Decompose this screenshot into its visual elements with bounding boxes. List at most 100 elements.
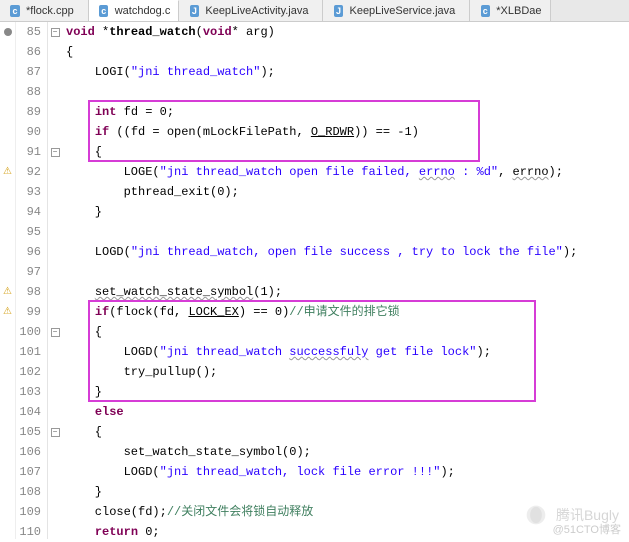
- marker-row: [0, 82, 15, 102]
- code-line[interactable]: {: [66, 142, 629, 162]
- marker-column: ⚠ ⚠ ⚠: [0, 22, 16, 539]
- tab-label: *flock.cpp: [26, 5, 74, 17]
- fold-cell: [48, 282, 62, 302]
- line-number: 98: [16, 282, 41, 302]
- fold-cell: −: [48, 322, 62, 342]
- marker-row: [0, 502, 15, 522]
- code-area[interactable]: void *thread_watch(void* arg){ LOGI("jni…: [62, 22, 629, 539]
- tab--xlbdae[interactable]: c*XLBDae: [470, 0, 550, 21]
- marker-row: [0, 322, 15, 342]
- marker-row: ⚠: [0, 162, 15, 182]
- line-number: 86: [16, 42, 41, 62]
- watermark-sub: @51CTO博客: [553, 521, 621, 537]
- tab--flock-cpp[interactable]: c *flock.cpp: [0, 0, 89, 21]
- c-file-icon: c: [478, 4, 492, 18]
- line-number: 91: [16, 142, 41, 162]
- code-line[interactable]: LOGI("jni thread_watch");: [66, 62, 629, 82]
- code-line[interactable]: pthread_exit(0);: [66, 182, 629, 202]
- fold-cell: [48, 222, 62, 242]
- code-line[interactable]: LOGD("jni thread_watch, open file succes…: [66, 242, 629, 262]
- marker-row: [0, 202, 15, 222]
- warning-icon[interactable]: ⚠: [3, 286, 12, 298]
- code-line[interactable]: [66, 222, 629, 242]
- marker-row: [0, 142, 15, 162]
- tab-watchdog-c[interactable]: cwatchdog.c: [89, 0, 180, 21]
- marker-row: [0, 62, 15, 82]
- code-line[interactable]: void *thread_watch(void* arg): [66, 22, 629, 42]
- code-line[interactable]: LOGD("jni thread_watch successfuly get f…: [66, 342, 629, 362]
- marker-row: [0, 222, 15, 242]
- fold-cell: −: [48, 422, 62, 442]
- code-line[interactable]: close(fd);//关闭文件会将锁自动释放: [66, 502, 629, 522]
- line-number: 93: [16, 182, 41, 202]
- fold-cell: [48, 522, 62, 542]
- tab-label: watchdog.c: [115, 5, 171, 17]
- marker-row: [0, 482, 15, 502]
- fold-cell: [48, 262, 62, 282]
- tab-keepliveservice-java[interactable]: JKeepLiveService.java: [323, 0, 470, 21]
- fold-cell: −: [48, 142, 62, 162]
- code-line[interactable]: {: [66, 42, 629, 62]
- line-number: 87: [16, 62, 41, 82]
- line-number: 108: [16, 482, 41, 502]
- warning-icon[interactable]: ⚠: [3, 306, 12, 318]
- editor-container: ⚠⚠⚠ 858687888990919293949596979899100101…: [0, 22, 629, 539]
- fold-toggle-icon[interactable]: −: [51, 428, 60, 437]
- code-line[interactable]: set_watch_state_symbol(1);: [66, 282, 629, 302]
- fold-cell: −: [48, 22, 62, 42]
- code-line[interactable]: else: [66, 402, 629, 422]
- code-line[interactable]: try_pullup();: [66, 362, 629, 382]
- line-number: 94: [16, 202, 41, 222]
- line-number: 101: [16, 342, 41, 362]
- marker-row: [0, 22, 15, 42]
- code-line[interactable]: {: [66, 422, 629, 442]
- marker-row: [0, 522, 15, 542]
- code-line[interactable]: LOGE("jni thread_watch open file failed,…: [66, 162, 629, 182]
- marker-row: [0, 122, 15, 142]
- marker-row: [0, 362, 15, 382]
- code-line[interactable]: }: [66, 382, 629, 402]
- line-number: 92: [16, 162, 41, 182]
- fold-cell: [48, 202, 62, 222]
- line-number: 85: [16, 22, 41, 42]
- line-number: 96: [16, 242, 41, 262]
- marker-row: [0, 402, 15, 422]
- code-line[interactable]: {: [66, 322, 629, 342]
- marker-row: [0, 182, 15, 202]
- code-line[interactable]: return 0;: [66, 522, 629, 542]
- line-number: 100: [16, 322, 41, 342]
- fold-cell: [48, 362, 62, 382]
- fold-cell: [48, 102, 62, 122]
- code-line[interactable]: LOGD("jni thread_watch, lock file error …: [66, 462, 629, 482]
- marker-row: [0, 42, 15, 62]
- code-line[interactable]: if ((fd = open(mLockFilePath, O_RDWR)) =…: [66, 122, 629, 142]
- tab-keepliveactivity-java[interactable]: JKeepLiveActivity.java: [179, 0, 323, 21]
- code-line[interactable]: [66, 262, 629, 282]
- fold-toggle-icon[interactable]: −: [51, 328, 60, 337]
- line-number: 97: [16, 262, 41, 282]
- code-line[interactable]: set_watch_state_symbol(0);: [66, 442, 629, 462]
- fold-cell: [48, 482, 62, 502]
- fold-cell: [48, 302, 62, 322]
- c-file-icon: c: [8, 4, 22, 18]
- fold-toggle-icon[interactable]: −: [51, 28, 60, 37]
- marker-row: [0, 442, 15, 462]
- line-number: 89: [16, 102, 41, 122]
- fold-toggle-icon[interactable]: −: [51, 148, 60, 157]
- marker-row: [0, 422, 15, 442]
- line-number: 102: [16, 362, 41, 382]
- fold-cell: [48, 82, 62, 102]
- java-file-icon: J: [331, 4, 345, 18]
- line-number: 103: [16, 382, 41, 402]
- code-line[interactable]: int fd = 0;: [66, 102, 629, 122]
- marker-row: [0, 462, 15, 482]
- code-line[interactable]: }: [66, 202, 629, 222]
- line-number: 95: [16, 222, 41, 242]
- code-line[interactable]: if(flock(fd, LOCK_EX) == 0)//申请文件的排它锁: [66, 302, 629, 322]
- editor-tabs: c*flock.cppcwatchdog.cJKeepLiveActivity.…: [0, 0, 629, 22]
- code-line[interactable]: }: [66, 482, 629, 502]
- fold-cell: [48, 382, 62, 402]
- marker-row: [0, 242, 15, 262]
- warning-icon[interactable]: ⚠: [3, 166, 12, 178]
- code-line[interactable]: [66, 82, 629, 102]
